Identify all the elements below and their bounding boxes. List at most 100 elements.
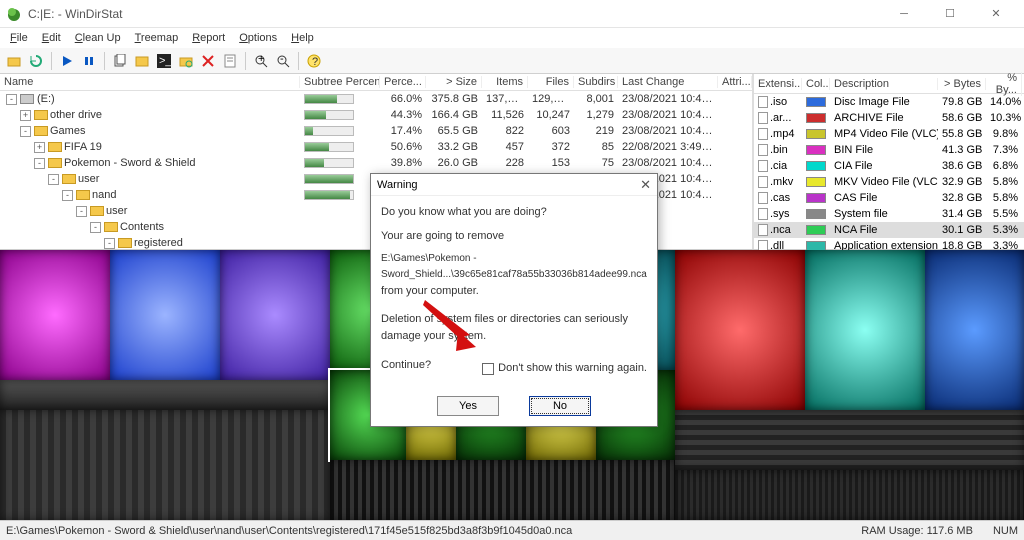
- col-items[interactable]: Items: [482, 76, 528, 88]
- menu-report[interactable]: Report: [186, 30, 231, 46]
- col-color[interactable]: Col...: [802, 78, 830, 90]
- dialog-title: Warning: [377, 179, 640, 191]
- color-swatch: [806, 145, 826, 155]
- tree-toggle-icon[interactable]: -: [34, 158, 45, 169]
- col-size[interactable]: > Size: [426, 76, 482, 88]
- row-name: user: [106, 205, 127, 217]
- dialog-line3: E:\Games\Pokemon - Sword_Shield...\39c65…: [381, 251, 647, 283]
- tree-toggle-icon[interactable]: +: [20, 110, 31, 121]
- ext-row[interactable]: .ar... ARCHIVE File 58.6 GB 10.3%: [754, 110, 1024, 126]
- tree-toggle-icon[interactable]: -: [62, 190, 73, 201]
- copy-icon[interactable]: [110, 51, 130, 71]
- col-ext[interactable]: Extensi...: [754, 78, 802, 90]
- menu-file[interactable]: File: [4, 30, 34, 46]
- treemap-block[interactable]: [0, 410, 330, 520]
- zoom-in-icon[interactable]: +: [251, 51, 271, 71]
- close-button[interactable]: ✕: [974, 2, 1018, 26]
- treemap-block[interactable]: [0, 250, 110, 380]
- ext-row[interactable]: .sys System file 31.4 GB 5.5%: [754, 206, 1024, 222]
- tree-row[interactable]: -Games17.4%65.5 GB82260321923/08/2021 10…: [0, 123, 752, 139]
- reload-icon[interactable]: [26, 51, 46, 71]
- color-swatch: [806, 193, 826, 203]
- row-name: user: [78, 173, 99, 185]
- file-icon: [758, 176, 768, 188]
- treemap-block[interactable]: [220, 250, 330, 380]
- col-attr[interactable]: Attri...: [718, 76, 752, 88]
- titlebar: C:|E: - WinDirStat ─ ☐ ✕: [0, 0, 1024, 28]
- treemap-block[interactable]: [110, 250, 220, 380]
- minimize-button[interactable]: ─: [882, 2, 926, 26]
- cmd-icon[interactable]: >_: [154, 51, 174, 71]
- treemap-block[interactable]: [0, 380, 330, 410]
- no-button[interactable]: No: [529, 396, 591, 416]
- file-icon: [758, 224, 768, 236]
- tree-row[interactable]: -(E:)66.0%375.8 GB137,577129,5768,00123/…: [0, 91, 752, 107]
- file-icon: [758, 112, 768, 124]
- file-icon: [758, 208, 768, 220]
- refresh-folder-icon[interactable]: [176, 51, 196, 71]
- run-icon[interactable]: [57, 51, 77, 71]
- properties-icon[interactable]: [220, 51, 240, 71]
- menu-treemap[interactable]: Treemap: [129, 30, 185, 46]
- pause-icon[interactable]: [79, 51, 99, 71]
- folder-icon: [62, 174, 76, 184]
- ext-row[interactable]: .iso Disc Image File 79.8 GB 14.0%: [754, 94, 1024, 110]
- col-bytes[interactable]: > Bytes: [938, 78, 986, 90]
- dialog-line5: Deletion of system files or directories …: [381, 311, 647, 346]
- tree-toggle-icon[interactable]: -: [104, 238, 115, 249]
- tree-toggle-icon[interactable]: -: [6, 94, 17, 105]
- ext-row[interactable]: .nca NCA File 30.1 GB 5.3%: [754, 222, 1024, 238]
- ext-headers: Extensi... Col... Description > Bytes % …: [754, 74, 1024, 94]
- ext-row[interactable]: .mp4 MP4 Video File (VLC) 55.8 GB 9.8%: [754, 126, 1024, 142]
- ext-row[interactable]: .cia CIA File 38.6 GB 6.8%: [754, 158, 1024, 174]
- menu-cleanup[interactable]: Clean Up: [69, 30, 127, 46]
- col-lastchange[interactable]: Last Change: [618, 76, 718, 88]
- treemap-block[interactable]: [925, 250, 1024, 410]
- menu-options[interactable]: Options: [233, 30, 283, 46]
- help-icon[interactable]: ?: [304, 51, 324, 71]
- dont-show-checkbox[interactable]: Don't show this warning again.: [482, 360, 647, 378]
- maximize-button[interactable]: ☐: [928, 2, 972, 26]
- col-perce[interactable]: Perce...: [380, 76, 426, 88]
- col-files[interactable]: Files: [528, 76, 574, 88]
- ext-row[interactable]: .cas CAS File 32.8 GB 5.8%: [754, 190, 1024, 206]
- open-icon[interactable]: [4, 51, 24, 71]
- col-desc[interactable]: Description: [830, 78, 938, 90]
- tree-row[interactable]: +FIFA 1950.6%33.2 GB4573728522/08/2021 3…: [0, 139, 752, 155]
- folder-icon: [104, 222, 118, 232]
- treemap-block[interactable]: [330, 460, 675, 520]
- color-swatch: [806, 161, 826, 171]
- explorer-icon[interactable]: [132, 51, 152, 71]
- tree-toggle-icon[interactable]: -: [90, 222, 101, 233]
- dialog-close-icon[interactable]: ✕: [640, 177, 651, 193]
- zoom-out-icon[interactable]: -: [273, 51, 293, 71]
- tree-headers: Name Subtree Percent... Perce... > Size …: [0, 74, 752, 91]
- yes-button[interactable]: Yes: [437, 396, 499, 416]
- tree-toggle-icon[interactable]: -: [76, 206, 87, 217]
- row-name: Pokemon - Sword & Shield: [64, 157, 195, 169]
- tree-row[interactable]: +other drive44.3%166.4 GB11,52610,2471,2…: [0, 107, 752, 123]
- treemap-block[interactable]: [675, 250, 805, 410]
- treemap-block[interactable]: [675, 410, 1024, 470]
- toolbar: >_ + - ?: [0, 48, 1024, 74]
- ext-row[interactable]: .mkv MKV Video File (VLC) 32.9 GB 5.8%: [754, 174, 1024, 190]
- menu-help[interactable]: Help: [285, 30, 320, 46]
- col-byp[interactable]: % By...: [986, 72, 1022, 96]
- col-name[interactable]: Name: [0, 76, 300, 88]
- col-subdirs[interactable]: Subdirs: [574, 76, 618, 88]
- ext-row[interactable]: .bin BIN File 41.3 GB 7.3%: [754, 142, 1024, 158]
- delete-icon[interactable]: [198, 51, 218, 71]
- menu-edit[interactable]: Edit: [36, 30, 67, 46]
- row-name: other drive: [50, 109, 102, 121]
- tree-toggle-icon[interactable]: -: [48, 174, 59, 185]
- tree-toggle-icon[interactable]: +: [34, 142, 45, 153]
- dialog-titlebar: Warning ✕: [371, 174, 657, 196]
- file-icon: [758, 160, 768, 172]
- treemap-block[interactable]: [675, 470, 1024, 520]
- file-icon: [758, 192, 768, 204]
- tree-row[interactable]: -Pokemon - Sword & Shield39.8%26.0 GB228…: [0, 155, 752, 171]
- treemap-block[interactable]: [805, 250, 925, 410]
- tree-toggle-icon[interactable]: -: [20, 126, 31, 137]
- col-subtree[interactable]: Subtree Percent...: [300, 76, 380, 88]
- menubar: File Edit Clean Up Treemap Report Option…: [0, 28, 1024, 48]
